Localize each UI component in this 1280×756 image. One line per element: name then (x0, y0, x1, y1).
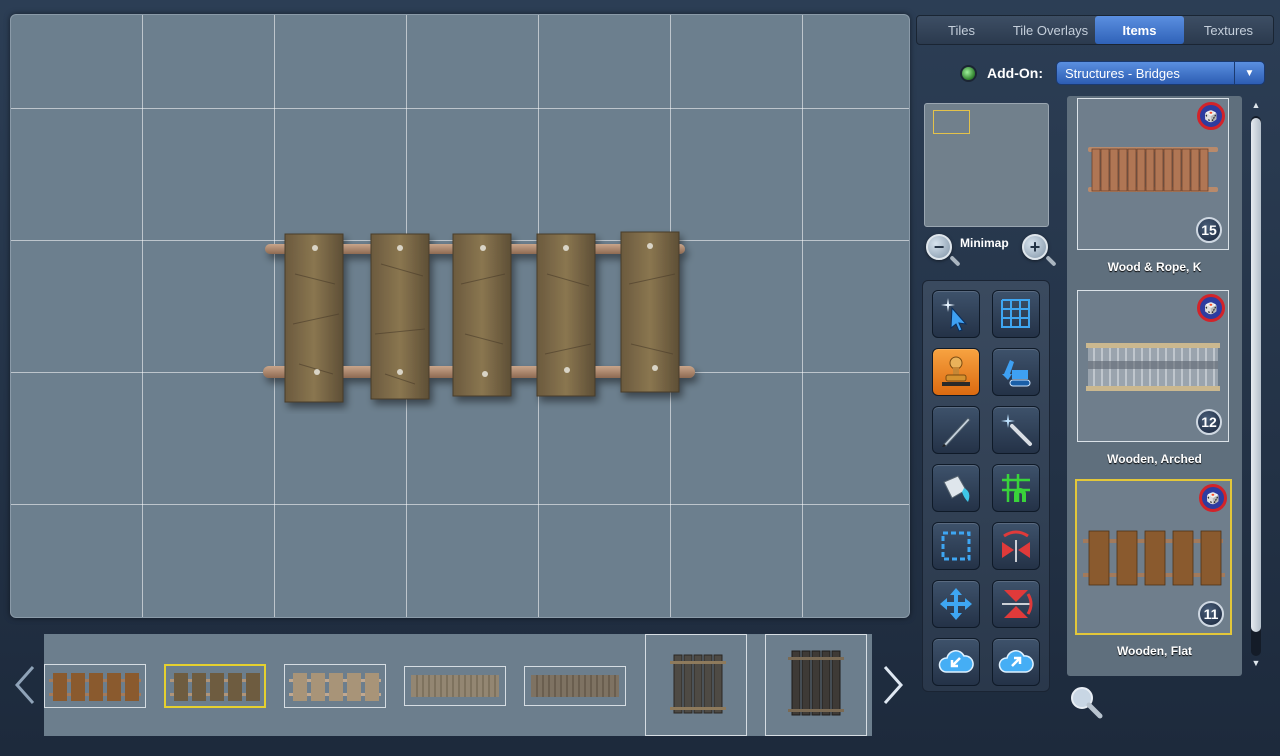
recent-item[interactable] (164, 664, 266, 708)
recent-item[interactable] (765, 634, 867, 736)
flip-horizontal-icon (1002, 530, 1030, 562)
addon-pack-badge-icon: 🎲 (1199, 484, 1227, 512)
items-list[interactable]: 🎲 15 Wood & Rope, K 🎲 12 Wooden, Arched … (1067, 96, 1242, 676)
recent-item[interactable] (284, 664, 386, 708)
pencil-icon (942, 417, 971, 447)
erase-tool-button[interactable] (992, 348, 1040, 396)
recent-item-thumbnail (670, 654, 726, 714)
addon-pack-badge-icon: 🎲 (1197, 102, 1225, 130)
chevron-down-icon[interactable]: ▼ (1234, 62, 1264, 84)
recent-item-thumbnail (289, 673, 381, 701)
stamp-tool-button[interactable] (932, 348, 980, 396)
excavator-icon (1002, 360, 1031, 387)
recent-item-thumbnail (788, 650, 844, 716)
recent-item-thumbnail (411, 675, 499, 697)
recent-items-strip (44, 634, 872, 736)
item-label: Wooden, Flat (1116, 644, 1193, 658)
recent-item[interactable] (404, 666, 506, 706)
zoom-out-icon[interactable]: − (926, 234, 952, 260)
tab-tile-overlays[interactable]: Tile Overlays (1006, 16, 1095, 44)
tab-items[interactable]: Items (1095, 16, 1184, 44)
tool-palette (922, 280, 1050, 692)
recent-item[interactable] (645, 634, 747, 736)
magic-wand-icon (1001, 414, 1032, 446)
minimap[interactable] (924, 103, 1049, 227)
import-tool-button[interactable] (932, 638, 980, 686)
flip-vertical-tool-button[interactable] (992, 580, 1040, 628)
zoom-in-symbol: + (1029, 237, 1041, 257)
addon-dropdown[interactable]: Structures - Bridges ▼ (1056, 61, 1265, 85)
zoom-in-icon[interactable]: + (1022, 234, 1048, 260)
chevron-right-icon (883, 666, 904, 704)
fill-tool-button[interactable] (932, 464, 980, 512)
cloud-import-icon (938, 650, 974, 673)
snap-grid-icon (1002, 474, 1030, 502)
flip-horizontal-tool-button[interactable] (992, 522, 1040, 570)
addon-status-led-icon (962, 67, 975, 80)
move-arrows-icon (940, 588, 972, 620)
item-card-wooden-arched[interactable]: 🎲 12 (1077, 290, 1229, 442)
scroll-up-icon[interactable]: ▲ (1250, 100, 1262, 114)
move-tool-button[interactable] (932, 580, 980, 628)
items-scrollbar[interactable]: ▲ ▼ (1248, 98, 1264, 674)
item-count-badge: 12 (1196, 409, 1222, 435)
item-card-wooden-flat[interactable]: 🎲 11 (1075, 479, 1232, 635)
placed-bridge-wooden-flat[interactable] (255, 214, 705, 414)
addon-dropdown-value: Structures - Bridges (1065, 65, 1180, 81)
recent-item-thumbnail (49, 673, 141, 701)
scroll-down-icon[interactable]: ▼ (1250, 658, 1262, 672)
zoom-out-symbol: − (933, 237, 945, 257)
map-canvas[interactable] (10, 14, 910, 618)
selection-rect-tool-button[interactable] (932, 522, 980, 570)
recent-item[interactable] (44, 664, 146, 708)
minimap-label: Minimap (960, 236, 1009, 250)
addon-pack-badge-icon: 🎲 (1197, 294, 1225, 322)
minimap-viewport[interactable] (933, 110, 970, 134)
sparkle-cursor-icon (941, 298, 968, 332)
scroll-thumb[interactable] (1251, 118, 1261, 632)
magic-wand-tool-button[interactable] (992, 406, 1040, 454)
addon-label: Add-On: (987, 65, 1043, 81)
category-tabs: Tiles Tile Overlays Items Textures (916, 15, 1274, 45)
snap-grid-tool-button[interactable] (992, 464, 1040, 512)
cloud-export-icon (998, 650, 1034, 673)
tab-tiles[interactable]: Tiles (917, 16, 1006, 44)
item-count-badge: 15 (1196, 217, 1222, 243)
flip-vertical-icon (1002, 590, 1033, 618)
item-card-wood-rope[interactable]: 🎲 15 (1077, 98, 1229, 250)
minimap-controls: − Minimap + (922, 232, 1056, 266)
tab-textures[interactable]: Textures (1184, 16, 1273, 44)
chevron-left-icon (14, 666, 35, 704)
item-count-badge: 11 (1198, 601, 1224, 627)
recent-item-thumbnail (170, 673, 260, 701)
draw-tool-button[interactable] (932, 406, 980, 454)
paint-bucket-icon (943, 475, 970, 502)
strip-next-button[interactable] (878, 660, 908, 710)
export-tool-button[interactable] (992, 638, 1040, 686)
item-label: Wooden, Arched (1107, 452, 1202, 466)
search-icon[interactable] (1068, 684, 1104, 720)
select-tool-button[interactable] (932, 290, 980, 338)
dashed-rect-icon (941, 531, 971, 561)
strip-prev-button[interactable] (10, 660, 40, 710)
item-label: Wood & Rope, K (1107, 260, 1202, 274)
stamp-icon (942, 356, 970, 386)
recent-item-thumbnail (531, 675, 619, 697)
grid-icon (1001, 299, 1030, 328)
grid-tool-button[interactable] (992, 290, 1040, 338)
recent-item[interactable] (524, 666, 626, 706)
